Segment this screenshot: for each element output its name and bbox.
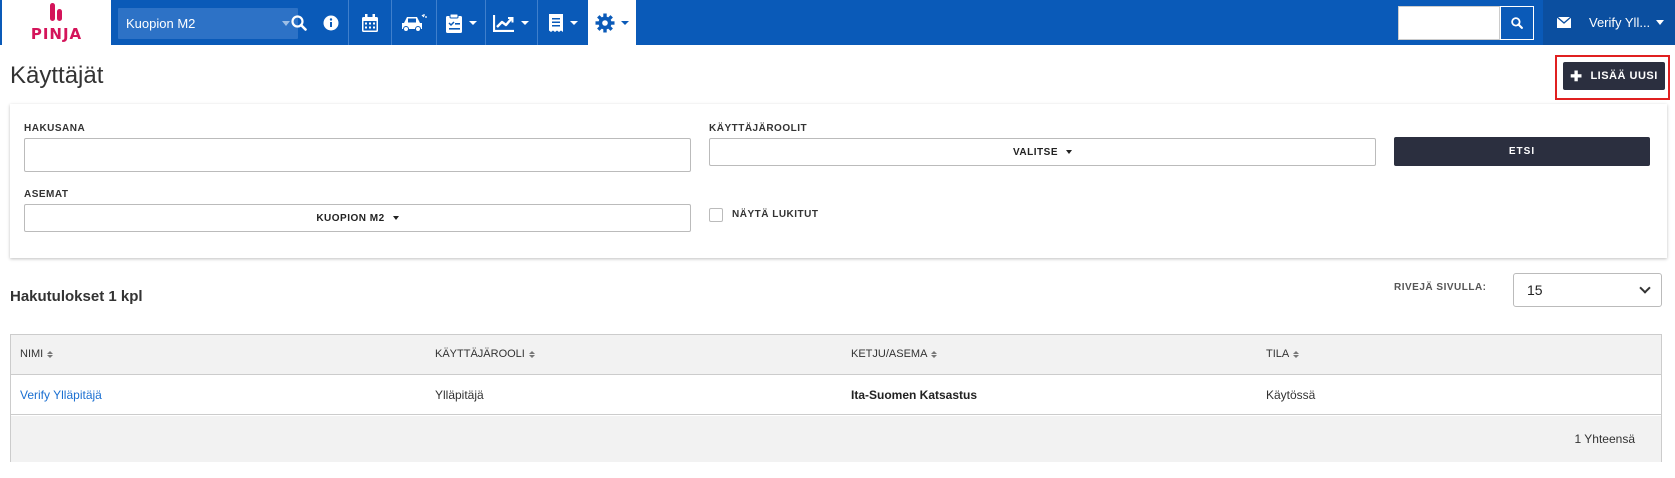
- rows-per-page-value: 15: [1527, 282, 1543, 298]
- sort-icon: [1293, 350, 1300, 358]
- user-role-cell: Ylläpitäjä: [435, 388, 484, 402]
- users-table: NIMI KÄYTTÄJÄROOLI KETJU/ASEMA TILA Veri…: [10, 334, 1662, 462]
- user-status-cell: Käytössä: [1266, 388, 1316, 402]
- top-search-input[interactable]: [1398, 6, 1500, 40]
- results-count: Hakutulokset 1 kpl: [10, 288, 143, 305]
- nav-billing-menu[interactable]: [538, 0, 587, 45]
- search-term-label: HAKUSANA: [24, 123, 86, 134]
- nav-search-button[interactable]: [286, 0, 312, 45]
- nav-calendar-button[interactable]: [349, 0, 391, 45]
- station-select-value: Kuopion M2: [126, 16, 196, 31]
- user-caret-icon: [1656, 20, 1665, 25]
- nav-reports-menu[interactable]: [486, 0, 536, 45]
- sort-icon: [47, 350, 54, 358]
- chevron-down-icon: [1639, 282, 1651, 294]
- user-roles-label: KÄYTTÄJÄROOLIT: [709, 123, 808, 134]
- search-button[interactable]: ETSI: [1394, 137, 1650, 166]
- column-header-nimi[interactable]: NIMI: [20, 348, 54, 360]
- column-header-status[interactable]: TILA: [1266, 348, 1300, 360]
- nav-inspection-menu[interactable]: [437, 0, 485, 45]
- nav-settings-menu[interactable]: [588, 0, 636, 45]
- sort-icon: [931, 350, 938, 358]
- mail-icon[interactable]: [1557, 17, 1571, 28]
- search-icon: [1511, 17, 1523, 29]
- nav-info-button[interactable]: [318, 0, 344, 45]
- roles-caret-icon: [1065, 150, 1072, 154]
- rows-per-page-label: RIVEJÄ SIVULLA:: [1394, 282, 1487, 293]
- stations-select-value: KUOPION M2: [316, 212, 385, 224]
- column-header-station[interactable]: KETJU/ASEMA: [851, 348, 938, 360]
- user-area: Verify Yll...: [1543, 0, 1675, 45]
- info-icon: [323, 15, 339, 30]
- table-footer: 1 Yhteensä: [11, 416, 1661, 462]
- calendar-icon: [362, 13, 378, 32]
- user-roles-select[interactable]: VALITSE: [709, 138, 1376, 166]
- table-row: Verify Ylläpitäjä Ylläpitäjä Ita-Suomen …: [11, 375, 1661, 415]
- chart-caret-icon: [521, 20, 529, 25]
- pinja-logo-mark-icon: [46, 2, 68, 23]
- car-icon: [402, 13, 427, 32]
- receipt-icon: [548, 13, 563, 32]
- page-title: Käyttäjät: [10, 62, 104, 89]
- filter-panel: HAKUSANA KÄYTTÄJÄROOLIT VALITSE ETSI ASE…: [10, 104, 1667, 258]
- plus-icon: ✚: [1570, 67, 1583, 84]
- top-navbar: PINJA Kuopion M2 Verify Yll...: [0, 0, 1675, 45]
- pinja-logo[interactable]: PINJA: [2, 0, 111, 45]
- user-menu-name[interactable]: Verify Yll...: [1589, 15, 1650, 30]
- stations-label: ASEMAT: [24, 189, 69, 200]
- gear-icon: [595, 13, 615, 32]
- stations-caret-icon: [392, 216, 399, 220]
- total-count: 1 Yhteensä: [1574, 432, 1636, 446]
- show-locked-checkbox[interactable]: [709, 208, 723, 222]
- user-name-link[interactable]: Verify Ylläpitäjä: [20, 388, 102, 402]
- search-icon: [291, 14, 307, 31]
- clipboard-caret-icon: [469, 20, 477, 25]
- nav-vehicle-button[interactable]: [392, 0, 436, 45]
- logo-text: PINJA: [30, 24, 83, 43]
- user-roles-select-value: VALITSE: [1013, 146, 1058, 158]
- sort-icon: [528, 350, 535, 358]
- rows-per-page-select[interactable]: 15: [1513, 273, 1662, 307]
- clipboard-icon: [446, 13, 462, 33]
- column-header-role[interactable]: KÄYTTÄJÄROOLI: [435, 348, 535, 360]
- gear-caret-icon: [621, 20, 629, 25]
- search-term-input[interactable]: [24, 138, 691, 172]
- user-station-cell: Ita-Suomen Katsastus: [851, 388, 978, 402]
- receipt-caret-icon: [569, 20, 578, 25]
- chart-icon: [493, 14, 514, 32]
- table-header: NIMI KÄYTTÄJÄROOLI KETJU/ASEMA TILA: [11, 335, 1661, 375]
- add-new-label: LISÄÄ UUSI: [1590, 70, 1658, 82]
- add-new-button[interactable]: ✚ LISÄÄ UUSI: [1563, 62, 1665, 90]
- top-search-button[interactable]: [1500, 6, 1534, 40]
- stations-select[interactable]: KUOPION M2: [24, 204, 691, 232]
- station-select[interactable]: Kuopion M2: [118, 8, 298, 39]
- show-locked-label: NÄYTÄ LUKITUT: [732, 209, 819, 220]
